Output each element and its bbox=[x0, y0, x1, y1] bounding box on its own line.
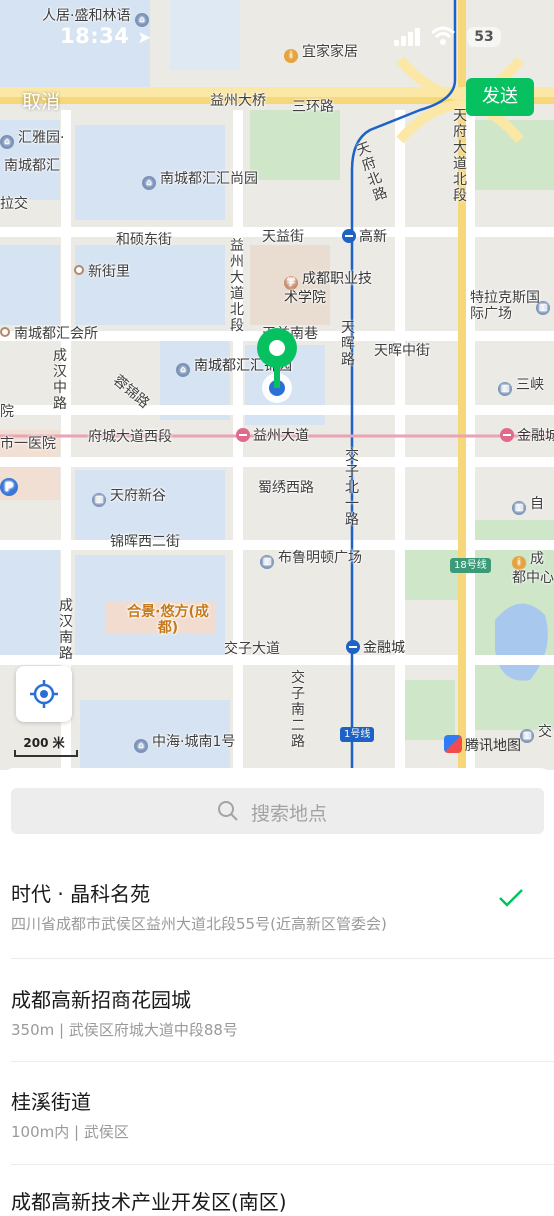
label-shuxiu-west: 蜀绣西路 bbox=[258, 480, 314, 496]
label-heshuo-east: 和硕东街 bbox=[116, 232, 172, 248]
label-line1: 1号线 bbox=[340, 727, 375, 742]
label-third-ring: 三环路 bbox=[292, 99, 334, 115]
location-arrow-icon: ➤ bbox=[137, 28, 152, 48]
label-hejing: 合景·悠方(成都) bbox=[127, 604, 209, 636]
label-yizhou-north: 益州大道北段 bbox=[230, 238, 244, 334]
status-bar: 18:34 ➤ 53 bbox=[0, 24, 554, 54]
send-button[interactable]: 发送 bbox=[466, 78, 534, 116]
result-address: 100m内 | 武侯区 bbox=[11, 1123, 129, 1141]
result-name: 成都高新技术产业开发区(南区) bbox=[11, 1190, 287, 1214]
wifi-icon bbox=[430, 26, 456, 45]
poi-icon: ⌂ bbox=[176, 363, 190, 377]
result-address: 四川省成都市武侯区益州大道北段55号(近高新区管委会) bbox=[11, 915, 387, 933]
result-item-1[interactable]: 成都高新招商花园城 350m | 武侯区府城大道中段88号 bbox=[11, 984, 554, 1062]
tencent-maps-icon bbox=[444, 735, 462, 753]
locate-button[interactable] bbox=[16, 666, 72, 722]
poi-icon: ⌂ bbox=[134, 739, 148, 753]
parking-icon: P bbox=[0, 478, 18, 496]
building-icon: ▥ bbox=[520, 729, 534, 743]
result-item-0[interactable]: 时代 · 晶科名苑 四川省成都市武侯区益州大道北段55号(近高新区管委会) bbox=[11, 878, 554, 959]
metro-icon bbox=[500, 428, 514, 442]
building-icon: ▥ bbox=[260, 555, 274, 569]
result-name: 时代 · 晶科名苑 bbox=[11, 882, 151, 906]
status-time: 18:34 ➤ bbox=[60, 24, 152, 48]
poi-dot-icon bbox=[74, 265, 84, 275]
result-name: 桂溪街道 bbox=[11, 1090, 91, 1114]
map-scale-bar bbox=[14, 750, 78, 757]
label-fucheng-west: 府城大道西段 bbox=[88, 429, 172, 445]
poi-icon: ⌂ bbox=[142, 176, 156, 190]
label-chenghan-south: 成汉南路 bbox=[59, 598, 73, 662]
label-line18: 18号线 bbox=[450, 558, 491, 573]
label-tianfu-north: 天府大道北段 bbox=[453, 108, 467, 204]
signal-icon bbox=[394, 28, 420, 46]
crosshair-icon bbox=[30, 680, 58, 708]
label-telakesi: 特拉克斯国际广场 bbox=[470, 290, 540, 322]
label-brompton: ▥ 布鲁明顿广场 bbox=[260, 550, 362, 569]
label-xinjieli: 新街里 bbox=[74, 264, 130, 280]
building-icon: ▥ bbox=[536, 296, 554, 315]
poi-dot-icon bbox=[0, 327, 10, 337]
station-jinrong-pink[interactable]: 金融城 bbox=[500, 428, 554, 444]
search-input[interactable]: 搜索地点 bbox=[11, 788, 544, 834]
shop-icon: i bbox=[512, 556, 526, 570]
label-yuan: 院 bbox=[0, 404, 14, 420]
label-jinhui-west: 锦晖西二街 bbox=[110, 534, 180, 550]
station-gaoxin[interactable]: 高新 bbox=[342, 229, 387, 245]
label-tianyi-st: 天益街 bbox=[262, 229, 304, 245]
label-zhonghai: ⌂ 中海·城南1号 bbox=[134, 734, 235, 753]
battery-indicator: 53 bbox=[467, 27, 501, 47]
label-yizhou-bridge: 益州大桥 bbox=[210, 93, 266, 109]
result-item-2[interactable]: 桂溪街道 100m内 | 武侯区 bbox=[11, 1086, 554, 1165]
metro-icon bbox=[342, 229, 356, 243]
label-tianhui: 天晖路 bbox=[341, 320, 355, 368]
building-icon: ▥ bbox=[92, 493, 106, 507]
result-address: 350m | 武侯区府城大道中段88号 bbox=[11, 1021, 238, 1039]
label-nancheng-huisuo: 南城都汇会所 bbox=[0, 326, 98, 342]
building-icon: ▥ 自 bbox=[512, 496, 544, 515]
metro-icon bbox=[346, 640, 360, 654]
location-sheet: 搜索地点 时代 · 晶科名苑 四川省成都市武侯区益州大道北段55号(近高新区管委… bbox=[0, 768, 554, 1214]
search-placeholder: 搜索地点 bbox=[251, 803, 328, 825]
result-name: 成都高新招商花园城 bbox=[11, 988, 191, 1012]
station-jinrong-city[interactable]: 金融城 bbox=[346, 640, 405, 656]
label-chenghan-middle: 成汉中路 bbox=[53, 348, 67, 412]
label-shangyuan: ⌂ 南城都汇汇尚园 bbox=[142, 171, 258, 190]
label-jiaozi-avenue: 交子大道 bbox=[224, 641, 280, 657]
map-pin-icon[interactable] bbox=[252, 326, 302, 412]
search-icon bbox=[218, 801, 238, 821]
label-chengdu-mid: i 成都中心 bbox=[512, 551, 554, 586]
label-huiya: ⌂ 汇雅园· bbox=[0, 130, 64, 149]
cancel-button[interactable]: 取消 bbox=[22, 87, 60, 114]
metro-icon bbox=[236, 428, 250, 442]
label-nancheng-duhui: 南城都汇 bbox=[4, 158, 60, 174]
map-scale-label: 200 米 bbox=[23, 736, 65, 750]
label-jiaozi-south: 交子南二路 bbox=[291, 670, 305, 750]
station-yizhou-avenue[interactable]: 益州大道 bbox=[236, 428, 309, 444]
label-jiaozi-north: 交子北一路 bbox=[345, 448, 359, 528]
label-tianhui-middle: 天晖中街 bbox=[374, 343, 430, 359]
check-icon bbox=[499, 889, 523, 907]
label-sanxia: ▥ 三峡 bbox=[498, 377, 544, 396]
building-icon: ▥ bbox=[498, 382, 512, 396]
label-vocational: 学成都职业技术学院 bbox=[284, 271, 372, 306]
label-lajiao: 拉交 bbox=[0, 196, 28, 212]
label-first-hospital: 市一医院 bbox=[0, 436, 56, 452]
label-jiao: ▥ 交 bbox=[520, 724, 552, 743]
poi-icon: ⌂ bbox=[0, 135, 14, 149]
result-item-3[interactable]: 成都高新技术产业开发区(南区) bbox=[11, 1186, 554, 1216]
tencent-maps-logo: 腾讯地图 bbox=[444, 735, 521, 755]
school-icon: 学 bbox=[284, 276, 298, 290]
label-tianfu-xingu: ▥ 天府新谷 bbox=[92, 488, 166, 507]
